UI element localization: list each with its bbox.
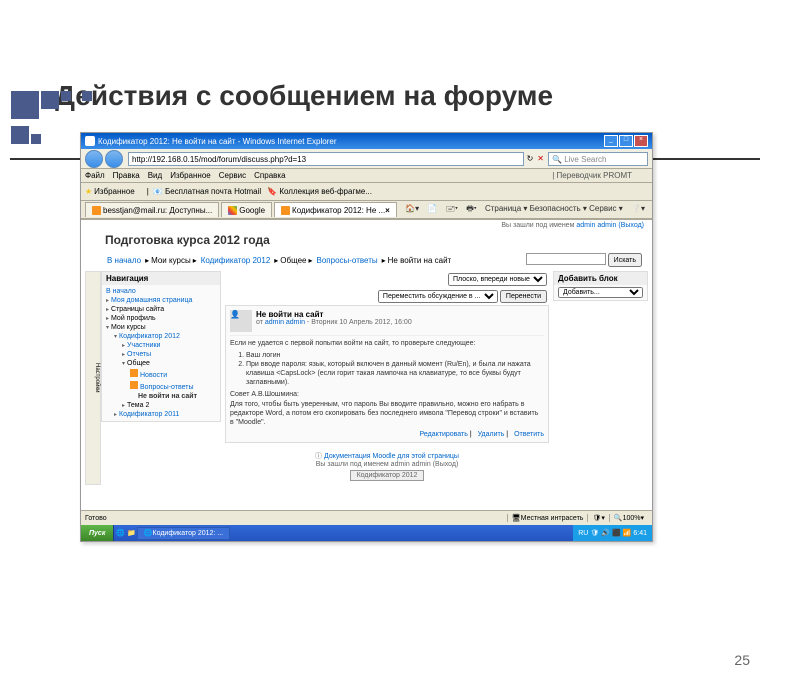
menu-edit[interactable]: Правка	[113, 171, 140, 180]
breadcrumb: В начало▸ Мои курсы▸ Кодификатор 2012▸ О…	[81, 251, 652, 271]
move-button[interactable]: Перенести	[500, 290, 547, 303]
post-body: Если не удается с первой попытки войти н…	[230, 339, 544, 427]
screenshot: Кодификатор 2012: Не войти на сайт - Win…	[80, 132, 653, 542]
window-titlebar: Кодификатор 2012: Не войти на сайт - Win…	[81, 133, 652, 149]
menu-file[interactable]: Файл	[85, 171, 105, 180]
stop-icon[interactable]: ✕	[537, 154, 544, 163]
display-mode-select[interactable]: Плоско, впереди новые	[448, 273, 547, 286]
close-button[interactable]: ×	[634, 135, 648, 147]
login-info: Вы зашли под именем admin admin (Выход)	[81, 220, 652, 231]
bc-4[interactable]: Вопросы-ответы	[317, 256, 378, 265]
taskbar-item[interactable]: 🌐 Кодификатор 2012: ...	[137, 527, 230, 540]
tab-google[interactable]: Google	[221, 202, 272, 217]
nav-item: ▸Мой профиль	[106, 314, 216, 323]
nav-item[interactable]: ▸Моя домашняя страница	[106, 296, 216, 305]
logout-link[interactable]: (Выход)	[618, 222, 644, 229]
navigation-block: Навигация В начало▸Моя домашняя страница…	[101, 271, 221, 422]
nav-item[interactable]: Вопросы-ответы	[106, 380, 216, 392]
nav-item: ▾Мои курсы	[106, 323, 216, 332]
system-tray[interactable]: RU🛡🔊⬛📶6:41	[573, 525, 652, 541]
move-discussion-select[interactable]: Переместить обсуждение в ...	[378, 290, 498, 303]
add-block-title: Добавить блок	[554, 272, 647, 285]
bc-home[interactable]: В начало	[107, 256, 141, 265]
fav-link-1[interactable]: 📧 Бесплатная почта Hotmail	[153, 187, 261, 196]
protected-mode: 🛡▾	[587, 514, 608, 522]
nav-item[interactable]: ▸Участники	[106, 341, 216, 350]
bc-5: Не войти на сайт	[388, 256, 452, 265]
menu-view[interactable]: Вид	[148, 171, 162, 180]
forum-search-input[interactable]	[526, 253, 606, 265]
search-input[interactable]: 🔍 Live Search	[548, 152, 648, 166]
nav-item: ▾Общее	[106, 359, 216, 368]
maximize-button[interactable]: □	[619, 135, 633, 147]
nav-item: ▸Страницы сайта	[106, 305, 216, 314]
tab-moodle[interactable]: Кодификатор 2012: Не ... ×	[274, 202, 397, 217]
star-icon[interactable]: ★	[85, 187, 92, 196]
menu-help[interactable]: Справка	[254, 171, 285, 180]
add-block: Добавить блок Добавить...	[553, 271, 648, 301]
zone-indicator: 🖥 Местная интрасеть	[507, 514, 588, 522]
bc-1: Мои курсы	[151, 256, 191, 265]
nav-item[interactable]: Новости	[106, 368, 216, 380]
back-button[interactable]	[85, 150, 103, 168]
home-button[interactable]: Кодификатор 2012	[350, 470, 425, 481]
nav-block-title: Навигация	[102, 272, 220, 285]
avatar: 👤	[230, 310, 252, 332]
nav-item[interactable]: ▸Кодификатор 2011	[106, 410, 216, 419]
edit-link[interactable]: Редактировать	[420, 431, 468, 438]
delete-link[interactable]: Удалить	[478, 431, 505, 438]
post-byline: от admin admin - Вторник 10 Апрель 2012,…	[256, 319, 412, 326]
menu-tools[interactable]: Сервис	[219, 171, 246, 180]
forward-button[interactable]	[105, 150, 123, 168]
page-content: Вы зашли под именем admin admin (Выход) …	[81, 219, 652, 519]
favorites-bar: ★Избранное | 📧 Бесплатная почта Hotmail …	[81, 183, 652, 201]
footer-login: Вы зашли под именем admin admin (Выход)	[229, 461, 545, 468]
forum-post: 👤 Не войти на сайт от admin admin - Втор…	[225, 305, 549, 443]
refresh-icon[interactable]: ↻	[527, 154, 534, 163]
post-author[interactable]: admin admin	[265, 319, 305, 326]
reply-link[interactable]: Ответить	[514, 431, 544, 438]
tab-mail[interactable]: besstjan@mail.ru: Доступны...	[85, 202, 219, 217]
course-title: Подготовка курса 2012 года	[81, 231, 652, 251]
url-input[interactable]: http://192.168.0.15/mod/forum/discuss.ph…	[128, 152, 524, 166]
bc-3: Общее	[280, 256, 306, 265]
moodle-footer: ⓘ Документация Moodle для этой страницы …	[225, 447, 549, 485]
zoom-indicator[interactable]: 🔍100% ▾	[609, 514, 648, 522]
address-bar: http://192.168.0.15/mod/forum/discuss.ph…	[81, 149, 652, 169]
post-actions: Редактировать | Удалить | Ответить	[230, 431, 544, 438]
nav-item: Не войти на сайт	[106, 392, 216, 401]
page-tools[interactable]: 🏠▾ 📄 🖃▾ 🖶▾ Страница ▾ Безопасность ▾ Сер…	[402, 203, 648, 217]
translator-label[interactable]: Переводчик PROMT	[557, 171, 632, 180]
status-text: Готово	[85, 515, 507, 522]
forum-search-button[interactable]: Искать	[608, 253, 642, 267]
status-bar: Готово 🖥 Местная интрасеть 🛡▾ 🔍100% ▾	[81, 510, 652, 525]
menu-fav[interactable]: Избранное	[170, 171, 211, 180]
tab-bar: besstjan@mail.ru: Доступны... Google Код…	[81, 201, 652, 219]
taskbar: Пуск 🌐📁 🌐 Кодификатор 2012: ... RU🛡🔊⬛📶6:…	[81, 525, 652, 541]
nav-item: ▸Тема 2	[106, 401, 216, 410]
fav-link-2[interactable]: 🔖 Коллекция веб-фрагме...	[267, 187, 372, 196]
nav-item[interactable]: В начало	[106, 287, 216, 296]
nav-item[interactable]: ▸Отчеты	[106, 350, 216, 359]
ie-icon	[85, 136, 95, 146]
docs-link[interactable]: Документация Moodle для этой страницы	[324, 453, 459, 460]
add-block-select[interactable]: Добавить...	[558, 287, 643, 298]
menu-bar: Файл Правка Вид Избранное Сервис Справка…	[81, 169, 652, 183]
favorites-label[interactable]: Избранное	[94, 187, 135, 196]
nav-item[interactable]: ▾Кодификатор 2012	[106, 332, 216, 341]
bc-2[interactable]: Кодификатор 2012	[201, 256, 271, 265]
minimize-button[interactable]: _	[604, 135, 618, 147]
window-title: Кодификатор 2012: Не войти на сайт - Win…	[98, 137, 603, 146]
user-link[interactable]: admin admin	[576, 222, 616, 229]
page-number: 25	[734, 652, 750, 668]
settings-rail[interactable]: Настройки	[85, 271, 101, 485]
start-button[interactable]: Пуск	[81, 525, 114, 541]
post-subject: Не войти на сайт	[256, 310, 412, 319]
